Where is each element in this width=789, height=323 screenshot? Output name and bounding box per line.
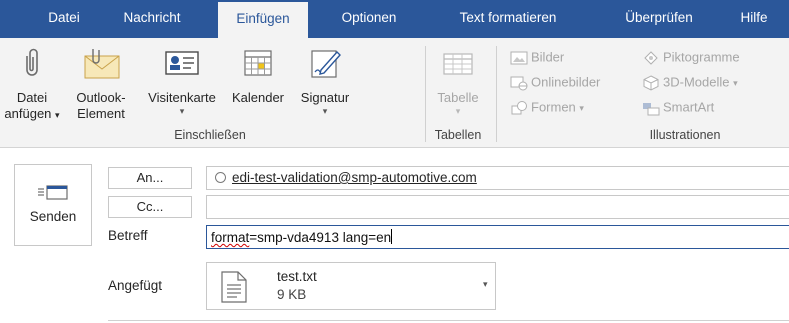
group-separator — [496, 46, 497, 142]
recipient-chip[interactable]: edi-test-validation@smp-automotive.com — [215, 170, 477, 185]
subject-misspelled-word: format — [211, 230, 250, 245]
picture-icon — [510, 51, 528, 65]
icons-button[interactable]: Piktogramme — [642, 46, 740, 68]
paperclip-icon — [26, 48, 38, 76]
tab-text-formatieren[interactable]: Text formatieren — [448, 0, 568, 38]
tab-nachricht[interactable]: Nachricht — [110, 0, 194, 38]
chevron-down-icon: ▾ — [733, 78, 738, 88]
to-button[interactable]: An... — [108, 167, 192, 189]
signature-pen-icon — [311, 50, 341, 78]
text-file-icon — [221, 271, 247, 303]
group-label-include: Einschließen — [174, 128, 246, 142]
online-picture-icon — [510, 76, 528, 91]
table-icon — [443, 53, 473, 75]
subject-rest: =smp-vda4913 lang=en — [249, 230, 392, 245]
group-label-tables: Tabellen — [434, 128, 482, 142]
shapes-label: Formen — [531, 99, 576, 115]
chevron-down-icon: ▾ — [179, 106, 185, 116]
tab-ueberpruefen[interactable]: Überprüfen — [614, 0, 704, 38]
business-card-label: Visitenkarte — [148, 90, 216, 105]
attached-label: Angefügt — [108, 278, 163, 293]
tab-datei[interactable]: Datei — [34, 0, 94, 38]
attachment-size: 9 KB — [277, 287, 307, 302]
subject-text: format=smp-vda4913 lang=en — [211, 229, 393, 245]
smartart-button[interactable]: SmartArt — [642, 96, 714, 118]
cc-button[interactable]: Cc... — [108, 196, 192, 218]
envelope-paperclip-icon — [84, 49, 120, 79]
cc-field[interactable] — [206, 195, 789, 219]
pictures-label: Bilder — [531, 49, 565, 65]
outlook-item-label-2: Element — [77, 106, 125, 121]
chevron-down-icon: ▾ — [579, 103, 584, 113]
smartart-label: SmartArt — [663, 99, 715, 115]
signature-label: Signatur — [300, 90, 350, 105]
header-divider — [108, 320, 789, 321]
group-label-illustrations: Illustrationen — [649, 128, 721, 142]
chevron-down-icon: ▾ — [55, 110, 60, 120]
send-button[interactable]: Senden — [14, 164, 92, 246]
attach-file-button[interactable]: Datei anfügen ▾ — [0, 46, 64, 123]
chevron-down-icon[interactable]: ▾ — [483, 279, 488, 290]
chevron-down-icon: ▾ — [322, 106, 328, 116]
table-label: Tabelle — [437, 90, 479, 105]
outlook-item-button[interactable]: Outlook- Element — [64, 46, 138, 122]
ribbon: Datei anfügen ▾ Outlook- Element Visiten… — [0, 38, 789, 148]
icons-label: Piktogramme — [663, 49, 740, 65]
ribbon-tab-bar: Datei Nachricht Einfügen Optionen Text f… — [0, 0, 789, 38]
online-pictures-button[interactable]: Onlinebilder — [510, 71, 600, 93]
calendar-label: Kalender — [231, 90, 285, 105]
subject-label: Betreff — [108, 228, 148, 243]
shapes-button[interactable]: Formen ▾ — [510, 96, 584, 118]
attachment-name: test.txt — [277, 269, 317, 284]
attachment-item[interactable]: test.txt 9 KB ▾ — [206, 262, 496, 310]
table-button[interactable]: Tabelle ▾ — [428, 46, 488, 116]
pictures-button[interactable]: Bilder — [510, 46, 564, 68]
attach-file-label-2: anfügen — [4, 106, 52, 121]
outlook-item-label-1: Outlook- — [76, 90, 126, 105]
business-card-button[interactable]: Visitenkarte ▾ — [138, 46, 226, 116]
tab-einfuegen[interactable]: Einfügen — [218, 2, 308, 38]
compose-area: Senden An... edi-test-validation@smp-aut… — [0, 148, 789, 323]
group-separator — [425, 46, 426, 142]
to-field[interactable]: edi-test-validation@smp-automotive.com — [206, 166, 789, 190]
pictogram-icon — [644, 50, 658, 65]
recipient-address: edi-test-validation@smp-automotive.com — [232, 170, 477, 185]
online-pictures-label: Onlinebilder — [531, 74, 601, 90]
shapes-icon — [511, 100, 527, 115]
chevron-down-icon: ▾ — [455, 106, 461, 116]
send-envelope-icon — [38, 185, 68, 200]
cube-icon — [643, 75, 659, 91]
signature-button[interactable]: Signatur ▾ — [290, 46, 360, 116]
smartart-icon — [643, 102, 660, 116]
subject-field[interactable]: format=smp-vda4913 lang=en — [206, 225, 789, 249]
tab-hilfe[interactable]: Hilfe — [730, 0, 778, 38]
text-cursor — [391, 229, 393, 244]
calendar-icon — [244, 50, 272, 76]
3d-models-button[interactable]: 3D-Modelle ▾ — [642, 71, 738, 93]
calendar-button[interactable]: Kalender — [226, 46, 290, 106]
3d-models-label: 3D-Modelle — [663, 74, 730, 90]
presence-circle-icon — [215, 172, 226, 183]
attach-file-label-1: Datei — [16, 90, 48, 105]
tab-optionen[interactable]: Optionen — [330, 0, 408, 38]
send-label: Senden — [29, 209, 77, 224]
business-card-icon — [165, 51, 199, 75]
